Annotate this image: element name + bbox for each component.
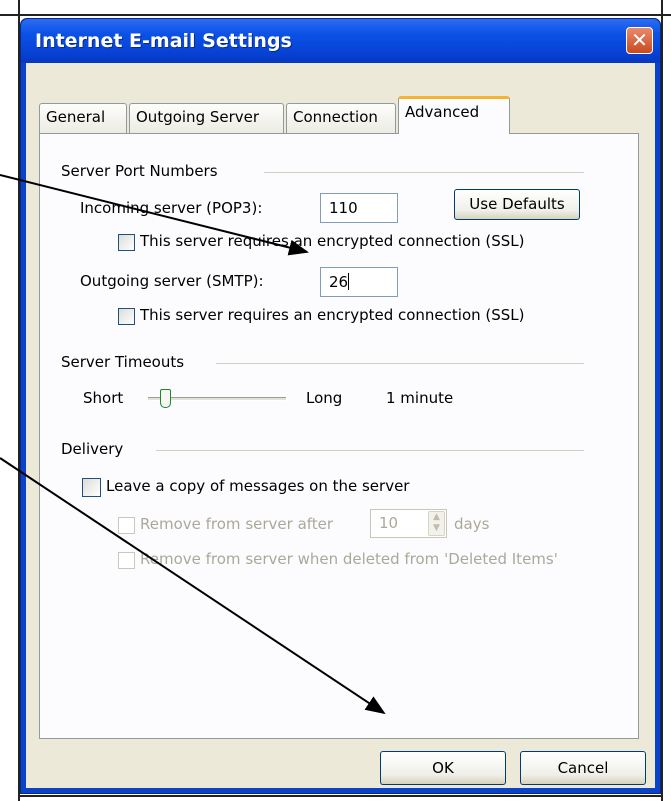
tab-advanced-label: Advanced: [405, 103, 480, 121]
annotation-arrow-to-ok-button: [0, 457, 386, 715]
annotation-arrow-to-smtp-port: [0, 174, 309, 256]
annotation-arrows: [0, 174, 386, 715]
tab-advanced[interactable]: Advanced: [398, 96, 510, 134]
